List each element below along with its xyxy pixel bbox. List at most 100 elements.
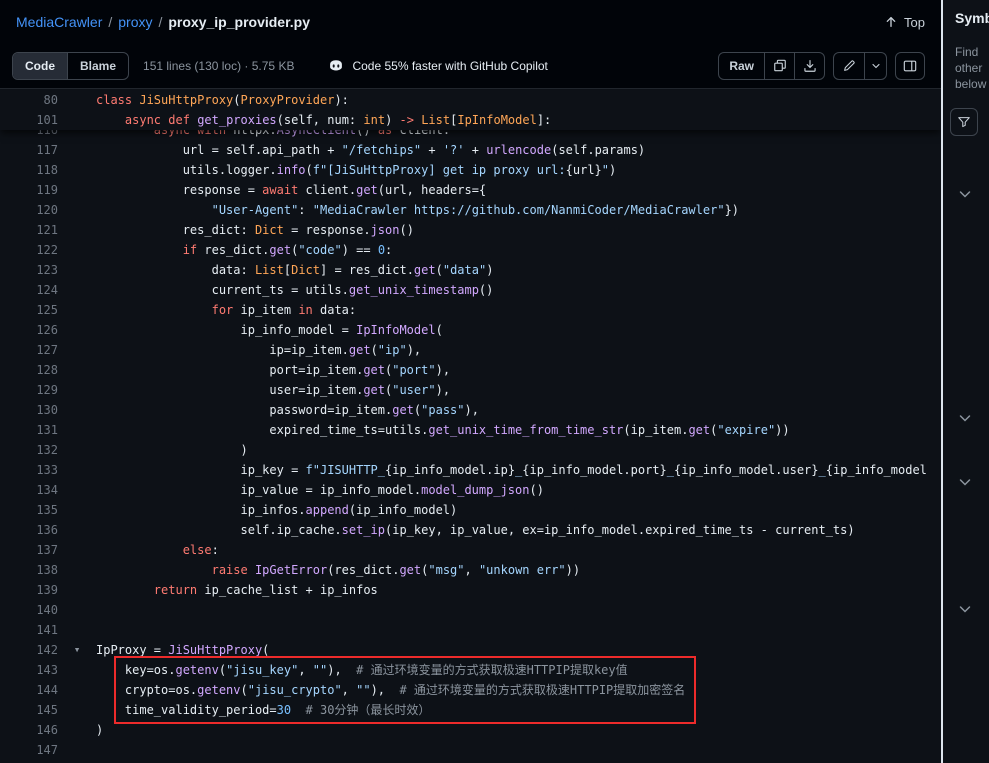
scroll-to-top-button[interactable]: Top (884, 15, 925, 30)
tab-blame[interactable]: Blame (67, 53, 128, 79)
code-line: 129 user=ip_item.get("user"), (0, 380, 941, 400)
line-number[interactable]: 141 (0, 620, 58, 640)
line-number[interactable]: 146 (0, 720, 58, 740)
panel-resize-divider[interactable] (941, 0, 943, 763)
arrow-up-icon (884, 15, 898, 29)
file-header: MediaCrawler/proxy/proxy_ip_provider.py … (0, 0, 941, 44)
line-number[interactable]: 138 (0, 560, 58, 580)
code-text: current_ts = utils.get_unix_timestamp() (96, 280, 493, 300)
copilot-banner[interactable]: Code 55% faster with GitHub Copilot (328, 58, 547, 74)
code-text: url = self.api_path + "/fetchips" + '?' … (96, 140, 645, 160)
copy-button[interactable] (764, 53, 794, 79)
description-line: other (955, 60, 986, 76)
line-number[interactable]: 127 (0, 340, 58, 360)
pencil-icon (842, 59, 856, 73)
code-line: 122 if res_dict.get("code") == 0: (0, 240, 941, 260)
file-meta-info: 151 lines (130 loc) · 5.75 KB (143, 59, 294, 73)
symbols-panel-toggle-button[interactable] (895, 52, 925, 80)
line-number[interactable]: 124 (0, 280, 58, 300)
code-text: ) (96, 440, 248, 460)
code-line: 145 time_validity_period=30 # 30分钟（最长时效） (0, 700, 941, 720)
toolbar-actions: Raw (718, 52, 925, 80)
code-line: 125 for ip_item in data: (0, 300, 941, 320)
line-number[interactable]: 101 (0, 110, 58, 130)
line-number[interactable]: 144 (0, 680, 58, 700)
line-number[interactable]: 129 (0, 380, 58, 400)
code-line: 140 (0, 600, 941, 620)
code-line: 128 port=ip_item.get("port"), (0, 360, 941, 380)
chevron-down-icon[interactable] (957, 474, 973, 490)
code-line: 147 (0, 740, 941, 760)
code-text: async def get_proxies(self, num: int) ->… (96, 110, 551, 130)
code-text: class JiSuHttpProxy(ProxyProvider): (96, 90, 349, 110)
line-number[interactable]: 120 (0, 200, 58, 220)
symbols-panel: Symbols Find other below (943, 0, 989, 763)
fold-gutter (58, 480, 96, 500)
code-text: utils.logger.info(f"[JiSuHttpProxy] get … (96, 160, 616, 180)
chevron-down-icon[interactable] (957, 601, 973, 617)
fold-gutter (58, 320, 96, 340)
line-number[interactable]: 140 (0, 600, 58, 620)
line-number[interactable]: 131 (0, 420, 58, 440)
code-line: 139 return ip_cache_list + ip_infos (0, 580, 941, 600)
edit-dropdown-button[interactable] (864, 53, 886, 79)
line-number[interactable]: 126 (0, 320, 58, 340)
code-blame-switch: Code Blame (12, 52, 129, 80)
code-line: 138 raise IpGetError(res_dict.get("msg",… (0, 560, 941, 580)
download-button[interactable] (794, 53, 824, 79)
sticky-context-lines: 80 class JiSuHttpProxy(ProxyProvider): 101… (0, 89, 941, 130)
line-number[interactable]: 137 (0, 540, 58, 560)
fold-gutter (58, 520, 96, 540)
code-line: 134 ip_value = ip_info_model.model_dump_… (0, 480, 941, 500)
line-number[interactable]: 145 (0, 700, 58, 720)
line-number[interactable]: 125 (0, 300, 58, 320)
line-number[interactable]: 134 (0, 480, 58, 500)
code-text: expired_time_ts=utils.get_unix_time_from… (96, 420, 790, 440)
line-number[interactable]: 117 (0, 140, 58, 160)
line-number[interactable]: 122 (0, 240, 58, 260)
code-text: ) (96, 720, 103, 740)
fold-gutter (58, 420, 96, 440)
chevron-down-icon[interactable] (957, 410, 973, 426)
line-number[interactable]: 128 (0, 360, 58, 380)
code-text: raise IpGetError(res_dict.get("msg", "un… (96, 560, 580, 580)
fold-gutter (58, 140, 96, 160)
chevron-down-icon[interactable] (957, 186, 973, 202)
line-number[interactable]: 80 (0, 90, 58, 110)
line-number[interactable]: 147 (0, 740, 58, 760)
line-number[interactable]: 123 (0, 260, 58, 280)
code-line: 130 password=ip_item.get("pass"), (0, 400, 941, 420)
filter-symbols-button[interactable] (950, 108, 978, 136)
fold-gutter (58, 200, 96, 220)
breadcrumb-folder-link[interactable]: proxy (118, 14, 152, 30)
edit-button[interactable] (834, 53, 864, 79)
code-text: else: (96, 540, 219, 560)
code-line: 120 "User-Agent": "MediaCrawler https://… (0, 200, 941, 220)
line-number[interactable]: 118 (0, 160, 58, 180)
line-number[interactable]: 139 (0, 580, 58, 600)
line-number[interactable]: 136 (0, 520, 58, 540)
line-number[interactable]: 130 (0, 400, 58, 420)
download-icon (803, 59, 817, 73)
fold-gutter (58, 720, 96, 740)
fold-gutter (58, 300, 96, 320)
line-number[interactable]: 143 (0, 660, 58, 680)
line-number[interactable]: 133 (0, 460, 58, 480)
code-line: 118 utils.logger.info(f"[JiSuHttpProxy] … (0, 160, 941, 180)
line-number[interactable]: 142 (0, 640, 58, 660)
raw-button[interactable]: Raw (719, 53, 764, 79)
breadcrumb-repo-link[interactable]: MediaCrawler (16, 14, 102, 30)
code-text: self.ip_cache.set_ip(ip_key, ip_value, e… (96, 520, 855, 540)
fold-gutter (58, 360, 96, 380)
line-number[interactable]: 135 (0, 500, 58, 520)
breadcrumb-separator: / (158, 14, 162, 30)
code-line: 144 crypto=os.getenv("jisu_crypto", ""),… (0, 680, 941, 700)
line-number[interactable]: 132 (0, 440, 58, 460)
fold-chevron-down-icon[interactable]: ▾ (58, 640, 96, 660)
line-number[interactable]: 119 (0, 180, 58, 200)
description-line: below (955, 76, 986, 92)
tab-code[interactable]: Code (13, 53, 67, 79)
code-line: 127 ip=ip_item.get("ip"), (0, 340, 941, 360)
code-line: 126 ip_info_model = IpInfoModel( (0, 320, 941, 340)
line-number[interactable]: 121 (0, 220, 58, 240)
